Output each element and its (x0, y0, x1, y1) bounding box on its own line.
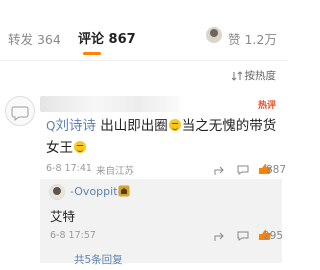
comment-location: 来自江苏 (96, 166, 135, 177)
sort-by-hot-button[interactable]: 按热度 (231, 68, 277, 83)
commenter-name-redacted (40, 96, 180, 112)
smile-emoji-icon (74, 141, 86, 153)
comment-like-count: 887 (266, 164, 287, 176)
grin-emoji-icon (168, 119, 181, 131)
hot-comment-badge: 热评 (257, 101, 276, 111)
reply-avatar[interactable] (49, 184, 65, 200)
reply-username[interactable]: -Ovoppit- (70, 185, 121, 198)
comment-icon[interactable] (236, 164, 250, 176)
tab-comments[interactable]: 评论 867 (78, 28, 136, 47)
tab-reposts[interactable]: 转发 364 (8, 29, 61, 48)
commenter-avatar[interactable] (5, 96, 35, 126)
reply-share-icon[interactable] (214, 230, 228, 242)
tab-likes[interactable]: 赞 1.2万 (228, 29, 277, 48)
comment-body: Q刘诗诗 出山即出圈 当之无愧的带货女王 (46, 115, 278, 159)
tabs-divider (0, 60, 288, 61)
share-icon[interactable] (214, 164, 228, 176)
mention-link[interactable]: 刘诗诗 (55, 118, 96, 134)
view-more-replies-link[interactable]: 共5条回复 (74, 252, 123, 267)
sort-icon (231, 70, 242, 81)
comment-text-part1: 出山即出圈 (95, 118, 168, 134)
comment-timestamp: 6-8 17:41 (46, 163, 92, 174)
reply-comment-icon[interactable] (236, 230, 250, 242)
reply-text: 艾特 (50, 209, 76, 224)
reply-timestamp: 6-8 17:57 (50, 230, 96, 241)
fan-badge-icon (118, 185, 130, 197)
sort-label: 按热度 (244, 70, 277, 82)
chat-bubble-icon (11, 106, 29, 121)
comment-tabs: 转发 364 评论 867 赞 1.2万 (0, 0, 288, 70)
liker-avatar (206, 27, 222, 43)
reply-like-count: 295 (263, 230, 284, 242)
active-tab-indicator (83, 52, 101, 55)
